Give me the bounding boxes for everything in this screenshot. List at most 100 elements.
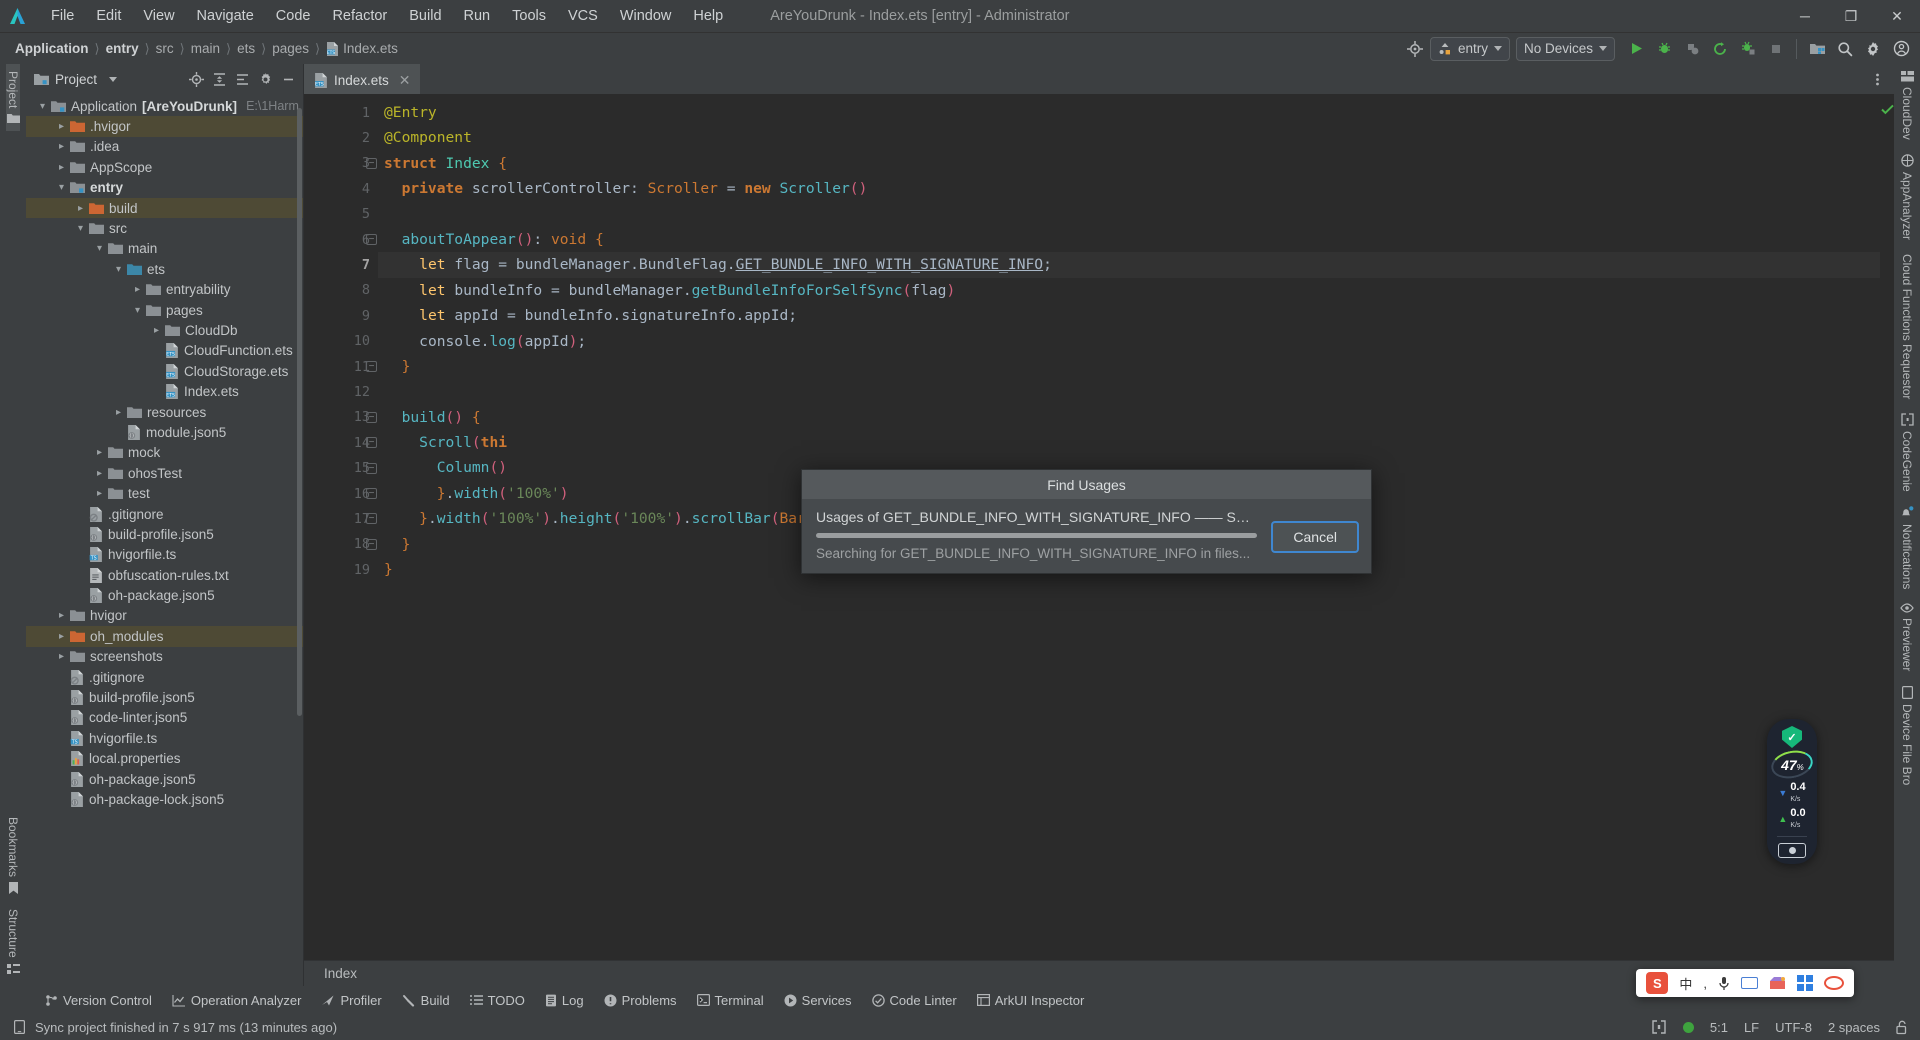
unlocked-icon[interactable] [1896, 1020, 1910, 1035]
minimize-button[interactable]: ─ [1782, 0, 1828, 33]
tree-item-gitignore[interactable]: .gitignore [26, 504, 303, 524]
run-icon[interactable] [1623, 37, 1649, 61]
line-number[interactable]: 9 [304, 303, 378, 328]
tree-item-appscope[interactable]: ▸ AppScope [26, 157, 303, 177]
expand-all-icon[interactable] [208, 68, 230, 90]
fold-marker-icon[interactable]: − [366, 361, 377, 372]
run-configuration-selector[interactable]: entry [1429, 36, 1510, 61]
menu-vcs[interactable]: VCS [557, 5, 609, 27]
microphone-icon[interactable] [1718, 976, 1730, 991]
tool-window-arkui-inspector[interactable]: ArkUI Inspector [968, 990, 1094, 1011]
code-line[interactable]: console.log(appId); [378, 329, 1880, 354]
keyboard-icon[interactable] [1741, 977, 1758, 989]
menu-refactor[interactable]: Refactor [321, 5, 398, 27]
tree-item-entry[interactable]: ▾ entry [26, 178, 303, 198]
line-number[interactable]: 8 [304, 278, 378, 303]
tree-item-test[interactable]: ▸ test [26, 483, 303, 503]
cancel-button[interactable]: Cancel [1271, 521, 1359, 553]
menu-bar[interactable]: File Edit View Navigate Code Refactor Bu… [40, 5, 734, 27]
fold-marker-icon[interactable]: − [366, 411, 377, 423]
code-line[interactable]: struct Index { [378, 151, 1880, 176]
chevron-right-icon[interactable]: ▸ [150, 325, 163, 336]
attach-debugger-icon[interactable] [1679, 37, 1705, 61]
breadcrumb[interactable]: Application ⟩ entry ⟩ src ⟩ main ⟩ ets ⟩… [12, 40, 401, 57]
debug-icon[interactable] [1651, 37, 1677, 61]
tree-item-obfuscation-rules-txt[interactable]: obfuscation-rules.txt [26, 565, 303, 585]
tree-item-local-properties[interactable]: local.properties [26, 749, 303, 769]
code-line[interactable]: let flag = bundleManager.BundleFlag.GET_… [378, 252, 1880, 278]
chevron-right-icon[interactable]: ▸ [131, 284, 144, 295]
performance-widget[interactable]: ✓ 47% ▼ 0.4 K/s ▲ 0.0 K/s [1767, 719, 1817, 864]
tree-item-clouddb[interactable]: ▸ CloudDb [26, 320, 303, 340]
toolbox-icon[interactable] [1769, 976, 1786, 990]
tree-item-oh-modules[interactable]: ▸ oh_modules [26, 626, 303, 647]
line-number[interactable]: 7 [304, 252, 378, 277]
line-number[interactable]: 1 [304, 100, 378, 125]
chevron-right-icon[interactable]: ▸ [55, 631, 68, 642]
tree-item-oh-package-lock-json5[interactable]: {} oh-package-lock.json5 [26, 789, 303, 809]
tree-item-build-profile-json5[interactable]: {} build-profile.json5 [26, 687, 303, 707]
project-tree[interactable]: ▾ Application [AreYouDrunk] E:\1Harm ▸ .hvigo… [26, 94, 303, 986]
chevron-down-icon[interactable]: ▾ [74, 223, 87, 234]
tree-item-hvigorfile-ts[interactable]: TS hvigorfile.ts [26, 545, 303, 565]
chevron-right-icon[interactable]: ▸ [93, 447, 106, 458]
device-selector[interactable]: No Devices [1515, 36, 1615, 61]
close-icon[interactable]: ✕ [399, 72, 411, 89]
sidebar-item-cloud-functions-requestor[interactable]: Cloud Functions Requestor [1900, 247, 1914, 406]
ime-mode-label[interactable]: 中 [1679, 974, 1692, 993]
line-separator[interactable]: LF [1744, 1020, 1759, 1035]
line-number[interactable]: 19 [304, 557, 378, 582]
tree-item-mock[interactable]: ▸ mock [26, 443, 303, 463]
chevron-right-icon[interactable]: ▸ [55, 610, 68, 621]
chevron-down-icon[interactable]: ▾ [131, 305, 144, 316]
tree-item-index-ets[interactable]: ETS Index.ets [26, 381, 303, 401]
more-vertical-icon[interactable] [1866, 68, 1888, 90]
tool-window-operation-analyzer[interactable]: Operation Analyzer [163, 990, 311, 1011]
status-indicator-dot[interactable] [1682, 1021, 1694, 1033]
tool-window-build[interactable]: Build [393, 990, 459, 1011]
chevron-right-icon[interactable]: ▸ [55, 651, 68, 662]
menu-code[interactable]: Code [265, 5, 322, 27]
file-encoding[interactable]: UTF-8 [1775, 1020, 1812, 1035]
tool-window-terminal[interactable]: Terminal [688, 990, 773, 1011]
tree-item-cloudstorage-ets[interactable]: ETS CloudStorage.ets [26, 361, 303, 381]
code-line[interactable]: @Entry [378, 100, 1880, 125]
code-line[interactable]: } [378, 354, 1880, 379]
maximize-button[interactable]: ❐ [1828, 0, 1874, 33]
search-everywhere-icon[interactable] [1832, 37, 1858, 61]
tree-item-oh-package-json5[interactable]: {} oh-package.json5 [26, 769, 303, 789]
menu-view[interactable]: View [132, 5, 185, 27]
line-number[interactable]: 2 [304, 125, 378, 150]
sidebar-item-clouddev[interactable]: CloudDev [1900, 64, 1914, 147]
menu-help[interactable]: Help [682, 5, 734, 27]
tree-item-application[interactable]: ▾ Application [AreYouDrunk] E:\1Harm [26, 96, 303, 116]
close-button[interactable]: ✕ [1874, 0, 1920, 33]
line-number[interactable]: 4 [304, 176, 378, 201]
chevron-down-icon[interactable]: ▾ [36, 101, 49, 112]
chevron-right-icon[interactable]: ▸ [93, 468, 106, 479]
error-stripe[interactable] [1880, 94, 1894, 960]
sidebar-item-bookmarks[interactable]: Bookmarks [6, 810, 20, 902]
line-number[interactable]: 5 [304, 202, 378, 227]
collapse-all-icon[interactable] [231, 68, 253, 90]
fold-marker-icon[interactable]: − [366, 157, 377, 169]
code-line[interactable]: private scrollerController: Scroller = n… [378, 176, 1880, 201]
tool-window-log[interactable]: Log [536, 990, 593, 1011]
menu-edit[interactable]: Edit [85, 5, 132, 27]
tree-item-pages[interactable]: ▾ pages [26, 300, 303, 320]
chevron-down-icon[interactable]: ▾ [55, 182, 68, 193]
fold-marker-icon[interactable]: − [366, 437, 377, 449]
sidebar-item-notifications[interactable]: Notifications [1900, 499, 1914, 596]
breadcrumb-ets[interactable]: ets [234, 40, 258, 57]
apps-icon[interactable] [1797, 975, 1813, 991]
tree-item-main[interactable]: ▾ main [26, 239, 303, 259]
stop-icon[interactable] [1763, 37, 1789, 61]
tree-item-cloudfunction-ets[interactable]: ETS CloudFunction.ets [26, 341, 303, 361]
menu-window[interactable]: Window [609, 5, 683, 27]
settings-icon[interactable] [254, 68, 276, 90]
tree-item-resources[interactable]: ▸ resources [26, 402, 303, 422]
breadcrumb-main[interactable]: main [188, 40, 223, 57]
tab-index-ets[interactable]: ETS Index.ets ✕ [304, 64, 420, 94]
menu-file[interactable]: File [40, 5, 85, 27]
sidebar-item-appanalyzer[interactable]: AppAnalyzer [1900, 147, 1914, 247]
